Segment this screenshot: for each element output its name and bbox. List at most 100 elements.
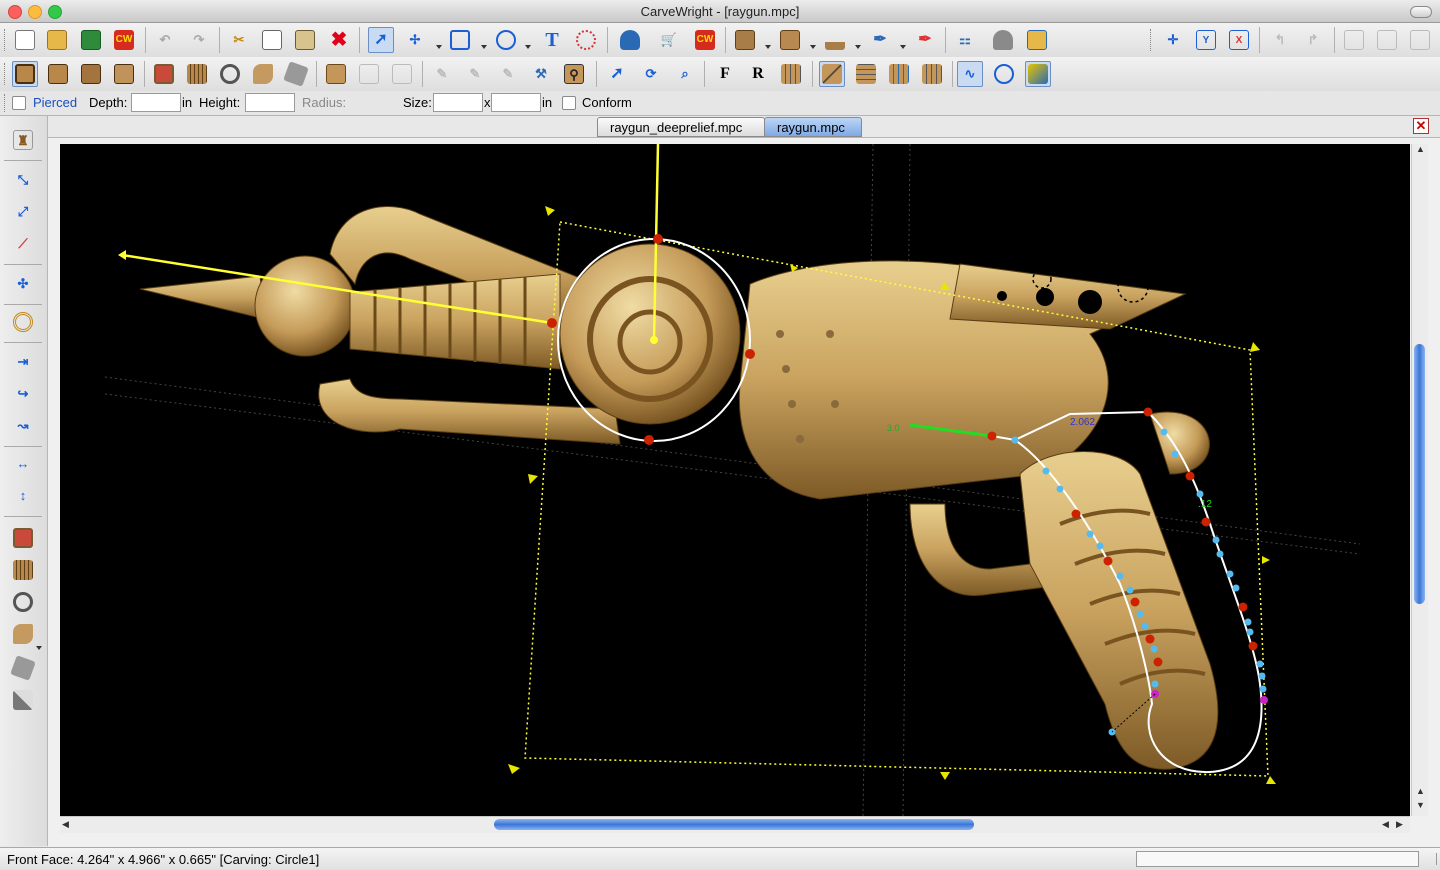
left-pattern-button[interactable]	[4, 556, 42, 584]
pierced-checkbox[interactable]	[12, 96, 26, 110]
feather-button[interactable]: ✒	[867, 27, 893, 53]
select-arrow-button[interactable]: ➚	[368, 27, 394, 53]
scroll-left-arrow-right[interactable]: ◀	[1382, 819, 1389, 830]
conform-checkbox[interactable]	[562, 96, 576, 110]
view-grid2-button[interactable]	[886, 61, 912, 87]
tree-view-button[interactable]: ⚏	[952, 27, 978, 53]
rotation-arrow[interactable]	[118, 250, 126, 260]
mirror-button[interactable]	[1341, 27, 1367, 53]
view-diagonal-button[interactable]	[819, 61, 845, 87]
node-edit-button[interactable]: ✢	[402, 27, 428, 53]
cw-button[interactable]: CW	[111, 27, 137, 53]
scroll-right-arrow[interactable]: ▶	[1396, 819, 1403, 830]
paste-button[interactable]	[292, 27, 318, 53]
arrow-back-button[interactable]: ↰	[1267, 27, 1293, 53]
pattern-carve-button[interactable]	[184, 61, 210, 87]
depth-input[interactable]	[131, 93, 181, 112]
new-file-button[interactable]	[12, 27, 38, 53]
mirror-alt-button[interactable]	[1374, 27, 1400, 53]
sculpt-button[interactable]	[250, 61, 276, 87]
cart-button[interactable]: 🛒	[656, 27, 682, 53]
vertical-scroll-thumb[interactable]	[1414, 344, 1425, 604]
open-file-button[interactable]	[44, 27, 70, 53]
toolbar-grip[interactable]	[4, 94, 8, 112]
duck-button[interactable]	[990, 27, 1016, 53]
left-emboss-button[interactable]	[4, 524, 42, 552]
arrow-forward-button[interactable]: ↱	[1300, 27, 1326, 53]
import-button[interactable]	[323, 61, 349, 87]
ring-button[interactable]	[217, 61, 243, 87]
cut-path-button[interactable]	[777, 27, 803, 53]
folder-view-button[interactable]	[1024, 27, 1050, 53]
redo-button[interactable]: ↷	[186, 27, 212, 53]
left-node-join-button[interactable]: ⟋	[4, 230, 42, 258]
scroll-down-arrow[interactable]: ▼	[1416, 800, 1425, 810]
design-canvas[interactable]: 2.062 .12 3.0	[60, 144, 1410, 816]
board-end-button[interactable]	[111, 61, 137, 87]
left-node-break-button[interactable]: ✣	[4, 270, 42, 298]
select-tool-button[interactable]: ➚	[604, 61, 630, 87]
left-horizontal-line-button[interactable]: ↔	[4, 450, 42, 478]
left-path-curve-button[interactable]: ↪	[4, 380, 42, 408]
size-height-input[interactable]	[491, 93, 541, 112]
left-sculpt-button[interactable]	[4, 620, 42, 648]
curve-view-button[interactable]: ∿	[957, 61, 983, 87]
left-path-end-button[interactable]: ↝	[4, 412, 42, 440]
snap-button[interactable]: ✛	[1160, 27, 1186, 53]
copy-button[interactable]	[259, 27, 285, 53]
front-view-button[interactable]: F	[712, 61, 738, 87]
copy-shape2-button[interactable]	[389, 61, 415, 87]
circle-center-node[interactable]	[650, 336, 658, 344]
text-tool-button[interactable]: T	[539, 27, 565, 53]
pen2-button[interactable]: ✎	[462, 61, 488, 87]
rear-view-button[interactable]: R	[745, 61, 771, 87]
left-surface-button[interactable]	[4, 686, 42, 714]
align-y-button[interactable]: Y	[1193, 27, 1219, 53]
left-path-start-button[interactable]: ⇥	[4, 348, 42, 376]
cw-store-button[interactable]: CW	[692, 27, 718, 53]
cut-button[interactable]: ✂	[226, 27, 252, 53]
texture-button[interactable]	[283, 61, 309, 87]
grid-toggle-button[interactable]	[778, 61, 804, 87]
feather-alt-button[interactable]: ✒	[912, 27, 938, 53]
save-button[interactable]	[78, 27, 104, 53]
tab-raygun[interactable]: raygun.mpc	[764, 117, 862, 137]
rotate-button[interactable]: ⟳	[638, 61, 664, 87]
left-ring-button[interactable]	[4, 588, 42, 616]
pen3-button[interactable]: ✎	[495, 61, 521, 87]
color-view-button[interactable]	[1025, 61, 1051, 87]
pattern-button[interactable]	[573, 27, 599, 53]
horizontal-scroll-thumb[interactable]	[494, 819, 974, 830]
emboss-button[interactable]	[151, 61, 177, 87]
keyhole-button[interactable]: ⚲	[561, 61, 587, 87]
left-texture-button[interactable]	[4, 654, 42, 682]
toolbar-toggle-button[interactable]	[1410, 6, 1432, 18]
horizontal-scrollbar[interactable]: ◀ ◀ ▶	[60, 816, 1410, 833]
mirror-alt2-button[interactable]	[1407, 27, 1433, 53]
bit-button[interactable]	[822, 27, 848, 53]
delete-button[interactable]: ✖	[326, 27, 352, 53]
undo-button[interactable]: ↶	[152, 27, 178, 53]
magenta-node-2[interactable]	[1260, 696, 1268, 704]
height-input[interactable]	[245, 93, 295, 112]
board-grain-button[interactable]	[78, 61, 104, 87]
size-width-input[interactable]	[433, 93, 483, 112]
copy-shape-button[interactable]	[356, 61, 382, 87]
toolbar-grip[interactable]	[1150, 29, 1154, 51]
board-front-button[interactable]	[12, 61, 38, 87]
vertical-scrollbar[interactable]: ▲ ▲ ▼	[1411, 144, 1428, 816]
zoom-button[interactable]: ⌕	[672, 61, 698, 87]
view-grid3-button[interactable]	[919, 61, 945, 87]
view-grid-button[interactable]	[853, 61, 879, 87]
left-target-button[interactable]	[4, 308, 42, 336]
tab-raygun-deeprelief[interactable]: raygun_deeprelief.mpc	[597, 117, 765, 137]
toolbar-grip[interactable]	[4, 63, 8, 85]
scroll-left-arrow[interactable]: ◀	[62, 819, 69, 830]
pen-button[interactable]: ✎	[429, 61, 455, 87]
align-x-button[interactable]: X	[1226, 27, 1252, 53]
circle-tool-button[interactable]	[493, 27, 519, 53]
board-alt-button[interactable]	[45, 61, 71, 87]
bit-tool-button[interactable]: ⚒	[528, 61, 554, 87]
toolbar-grip[interactable]	[4, 29, 8, 51]
scroll-up-arrow[interactable]: ▲	[1416, 144, 1425, 154]
